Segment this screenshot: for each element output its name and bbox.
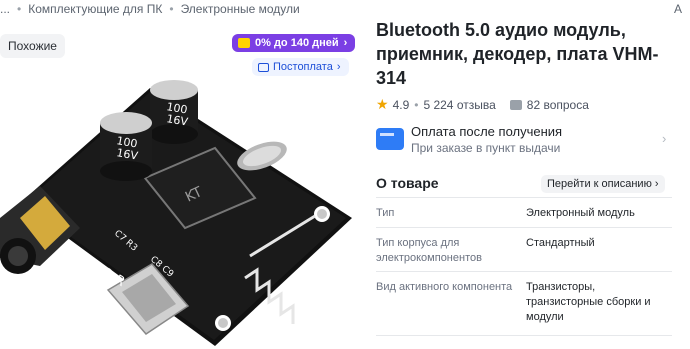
spec-value: Стандартный	[526, 237, 595, 249]
rating-value: 4.9	[392, 97, 410, 112]
spec-key: Тип корпуса для электрокомпонентов	[376, 237, 482, 264]
card-icon	[238, 38, 250, 48]
spec-value: Электронный модуль	[526, 207, 635, 219]
chevron-right-icon: ›	[662, 131, 667, 146]
reviews-link[interactable]: 5 224 отзыва	[423, 98, 495, 112]
chevron-right-icon: ›	[336, 61, 341, 73]
pin-label: L	[86, 256, 100, 273]
payment-subtitle: При заказе в пункт выдачи	[411, 141, 561, 155]
installment-badge[interactable]: 0% до 140 дней ›	[232, 34, 356, 52]
breadcrumb-item[interactable]: ...	[0, 2, 10, 16]
wallet-icon	[258, 62, 269, 72]
breadcrumb: ... • Комплектующие для ПК • Электронные…	[0, 0, 300, 18]
card-icon	[376, 128, 404, 150]
separator-dot: •	[414, 97, 419, 112]
postpay-label: Постоплата	[273, 61, 333, 73]
chevron-right-icon: ›	[654, 178, 659, 190]
payment-title: Оплата после получения	[411, 124, 563, 139]
breadcrumb-item[interactable]: А	[674, 2, 682, 16]
chevron-right-icon: ›	[343, 37, 348, 49]
spec-key: Вид активного компонента	[376, 281, 513, 293]
spec-row: Вид активного компонента Транзисторы, тр…	[376, 271, 672, 335]
product-photo[interactable]: 100 16V 100 16V KT L G R C8 C9 C7 R3	[0, 28, 358, 349]
spec-row: Тип корпуса для электрокомпонентов Станд…	[376, 227, 672, 271]
rating-row: ★ 4.9 • 5 224 отзыва 82 вопроса	[376, 96, 589, 113]
breadcrumb-tail: А	[674, 0, 682, 18]
breadcrumb-separator: •	[169, 2, 174, 16]
question-icon	[509, 99, 522, 110]
questions-link[interactable]: 82 вопроса	[527, 98, 589, 112]
payment-option[interactable]: Оплата после получения При заказе в пунк…	[376, 122, 676, 158]
product-title: Bluetooth 5.0 аудио модуль, приемник, де…	[376, 20, 659, 88]
about-heading: О товаре	[376, 175, 439, 191]
similar-button[interactable]: Похожие	[0, 34, 65, 58]
breadcrumb-separator: •	[17, 2, 22, 16]
spec-value: Транзисторы, транзисторные сборки и моду…	[526, 281, 651, 323]
goto-description-label: Перейти к описанию	[547, 178, 652, 190]
star-icon: ★	[376, 96, 389, 112]
breadcrumb-item[interactable]: Комплектующие для ПК	[28, 2, 162, 16]
spec-key: Тип	[376, 207, 395, 219]
breadcrumb-item[interactable]: Электронные модули	[181, 2, 300, 16]
spec-row-divider	[376, 335, 672, 349]
installment-label: 0% до 140 дней	[255, 37, 339, 49]
postpay-badge[interactable]: Постоплата ›	[252, 58, 349, 76]
board-illustration: 100 16V 100 16V KT L G R C8 C9 C7 R3	[0, 80, 352, 346]
spec-row: Тип Электронный модуль	[376, 197, 672, 227]
pin-label: G	[98, 264, 114, 282]
goto-description-button[interactable]: Перейти к описанию ›	[541, 175, 665, 193]
